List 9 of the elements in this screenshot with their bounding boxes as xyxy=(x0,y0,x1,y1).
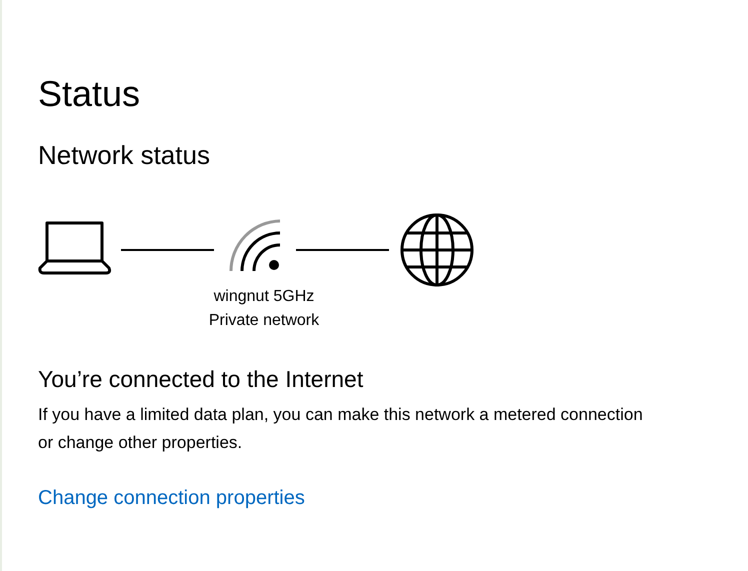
globe-icon xyxy=(400,213,474,287)
connection-heading: You’re connected to the Internet xyxy=(38,365,364,394)
network-name: wingnut 5GHz xyxy=(214,287,314,307)
properties-link[interactable]: Change connection properties xyxy=(38,487,305,510)
section-heading: Network status xyxy=(38,139,211,171)
network-type: Private network xyxy=(208,311,320,331)
connection-description: If you have a limited data plan, you can make this network a metered connection or change other properties. xyxy=(38,404,644,454)
page-title: Status xyxy=(38,72,142,116)
laptop-icon xyxy=(38,221,112,275)
